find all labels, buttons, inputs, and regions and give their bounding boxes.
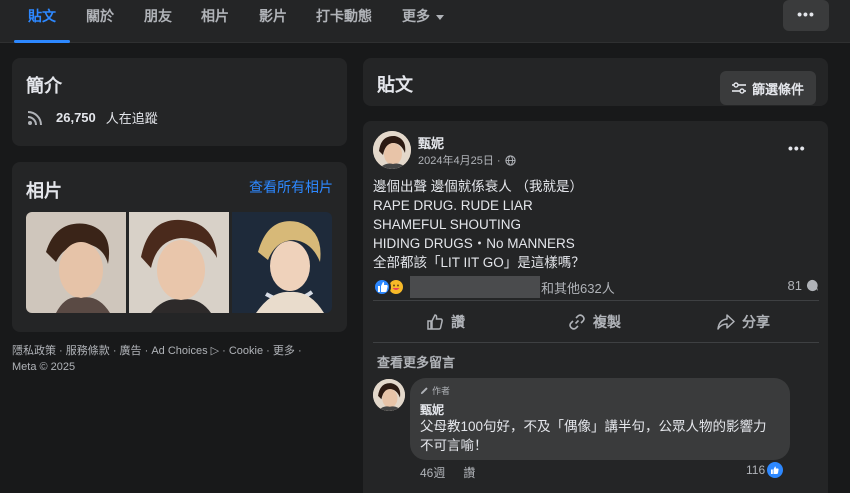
followers-row: 26,750 人在追蹤 [26, 108, 158, 127]
commenter-avatar[interactable] [373, 379, 405, 411]
post-timestamp[interactable]: 2024年4月25日 · [418, 152, 516, 168]
post-reactions-summary[interactable]: 和其他632人 81 [373, 276, 819, 298]
share-button[interactable]: 分享 [717, 312, 770, 332]
tab-about[interactable]: 關於 [86, 0, 114, 43]
tab-videos[interactable]: 影片 [259, 0, 287, 43]
profile-more-options-button[interactable]: ••• [783, 0, 829, 31]
photos-card: 相片 查看所有相片 [12, 162, 347, 332]
comment-author-name[interactable]: 甄妮 [420, 401, 444, 418]
comment-text: 父母教100句好，不及「偶像」講半句，公眾人物的影響力不可言喻！ [420, 419, 767, 453]
link-icon [569, 314, 585, 330]
filter-sliders-icon [731, 82, 746, 94]
like-button-label: 讚 [451, 314, 465, 330]
post-divider-bottom [373, 342, 819, 343]
reactions-others-text: 和其他632人 [541, 281, 615, 296]
comment-age[interactable]: 46週 [420, 464, 445, 481]
post-author-name[interactable]: 甄妮 [418, 133, 444, 152]
photo-thumbnail-2[interactable] [129, 212, 229, 313]
comment-bubble: 作者 甄妮 父母教100句好，不及「偶像」講半句，公眾人物的影響力不可言喻！ [410, 378, 790, 460]
tab-photos[interactable]: 相片 [201, 0, 229, 43]
see-more-comments-link[interactable]: 查看更多留言 [377, 352, 455, 371]
share-button-label: 分享 [742, 314, 770, 330]
redacted-names-block [410, 276, 540, 298]
profile-tab-bar: 貼文 關於 朋友 相片 影片 打卡動態 更多 ••• [0, 0, 850, 43]
like-reaction-icon [373, 278, 391, 296]
copy-button[interactable]: 複製 [568, 312, 621, 332]
tab-friends[interactable]: 朋友 [144, 0, 172, 43]
photos-title: 相片 [26, 181, 62, 201]
tab-check-ins[interactable]: 打卡動態 [316, 0, 372, 43]
post-text: 邊個出聲 邊個就係衰人 （我就是） RAPE DRUG. RUDE LIAR S… [373, 179, 585, 270]
followers-label[interactable]: 人在追蹤 [106, 108, 158, 127]
see-all-photos-link[interactable]: 查看所有相片 [249, 177, 333, 197]
copy-button-label: 複製 [593, 314, 621, 330]
author-badge-label: 作者 [432, 386, 451, 396]
tab-more[interactable]: 更多 [402, 0, 444, 43]
avatar-image [373, 131, 411, 169]
footer-copyright: Meta © 2025 [12, 361, 76, 373]
author-badge: 作者 [420, 384, 450, 397]
share-arrow-icon [717, 314, 735, 330]
post-date-text: 2024年4月25日 · [418, 155, 501, 167]
author-avatar[interactable] [373, 131, 411, 169]
intro-title: 簡介 [26, 76, 62, 96]
tab-posts[interactable]: 貼文 [14, 0, 70, 43]
post-divider-top [373, 300, 819, 301]
pencil-icon [420, 387, 428, 395]
page-footer-links[interactable]: 隱私政策 · 服務條款 · 廣告 · Ad Choices ▷ · Cookie… [12, 343, 342, 375]
comment-count[interactable]: 81 [788, 278, 819, 293]
photo-thumbnail-1[interactable] [26, 212, 126, 313]
footer-links-line[interactable]: 隱私政策 · 服務條款 · 廣告 · Ad Choices ▷ · Cookie… [12, 343, 342, 359]
posts-title: 貼文 [377, 75, 413, 95]
comment-reaction-count[interactable]: 116 [746, 462, 784, 478]
followers-count: 26,750 [56, 110, 96, 125]
post-options-button[interactable]: ••• [788, 140, 806, 156]
comment-like-link[interactable]: 讚 [463, 464, 475, 481]
intro-card: 簡介 26,750 人在追蹤 [12, 58, 347, 146]
comment-count-value: 81 [787, 278, 802, 293]
tab-more-label: 更多 [402, 8, 430, 24]
caret-down-icon [436, 14, 444, 20]
photo-image-portrait [129, 212, 229, 313]
globe-icon [504, 154, 516, 166]
comment-bubble-icon [806, 279, 819, 292]
like-button[interactable]: 讚 [426, 312, 465, 332]
filter-button[interactable]: 篩選條件 [719, 71, 816, 105]
filter-button-label: 篩選條件 [751, 81, 804, 97]
thumbs-up-icon [427, 314, 443, 330]
photo-image-portrait [232, 212, 332, 313]
posts-header-card: 貼文 篩選條件 [363, 58, 828, 106]
avatar-image [373, 379, 405, 411]
photo-image-portrait [26, 212, 126, 313]
like-reaction-icon [767, 462, 784, 478]
photo-thumbnail-3[interactable] [232, 212, 332, 313]
rss-feed-icon [27, 110, 42, 125]
comment-meta-row: 46週 讚 [420, 464, 475, 481]
comment-reaction-count-value: 116 [746, 463, 766, 477]
